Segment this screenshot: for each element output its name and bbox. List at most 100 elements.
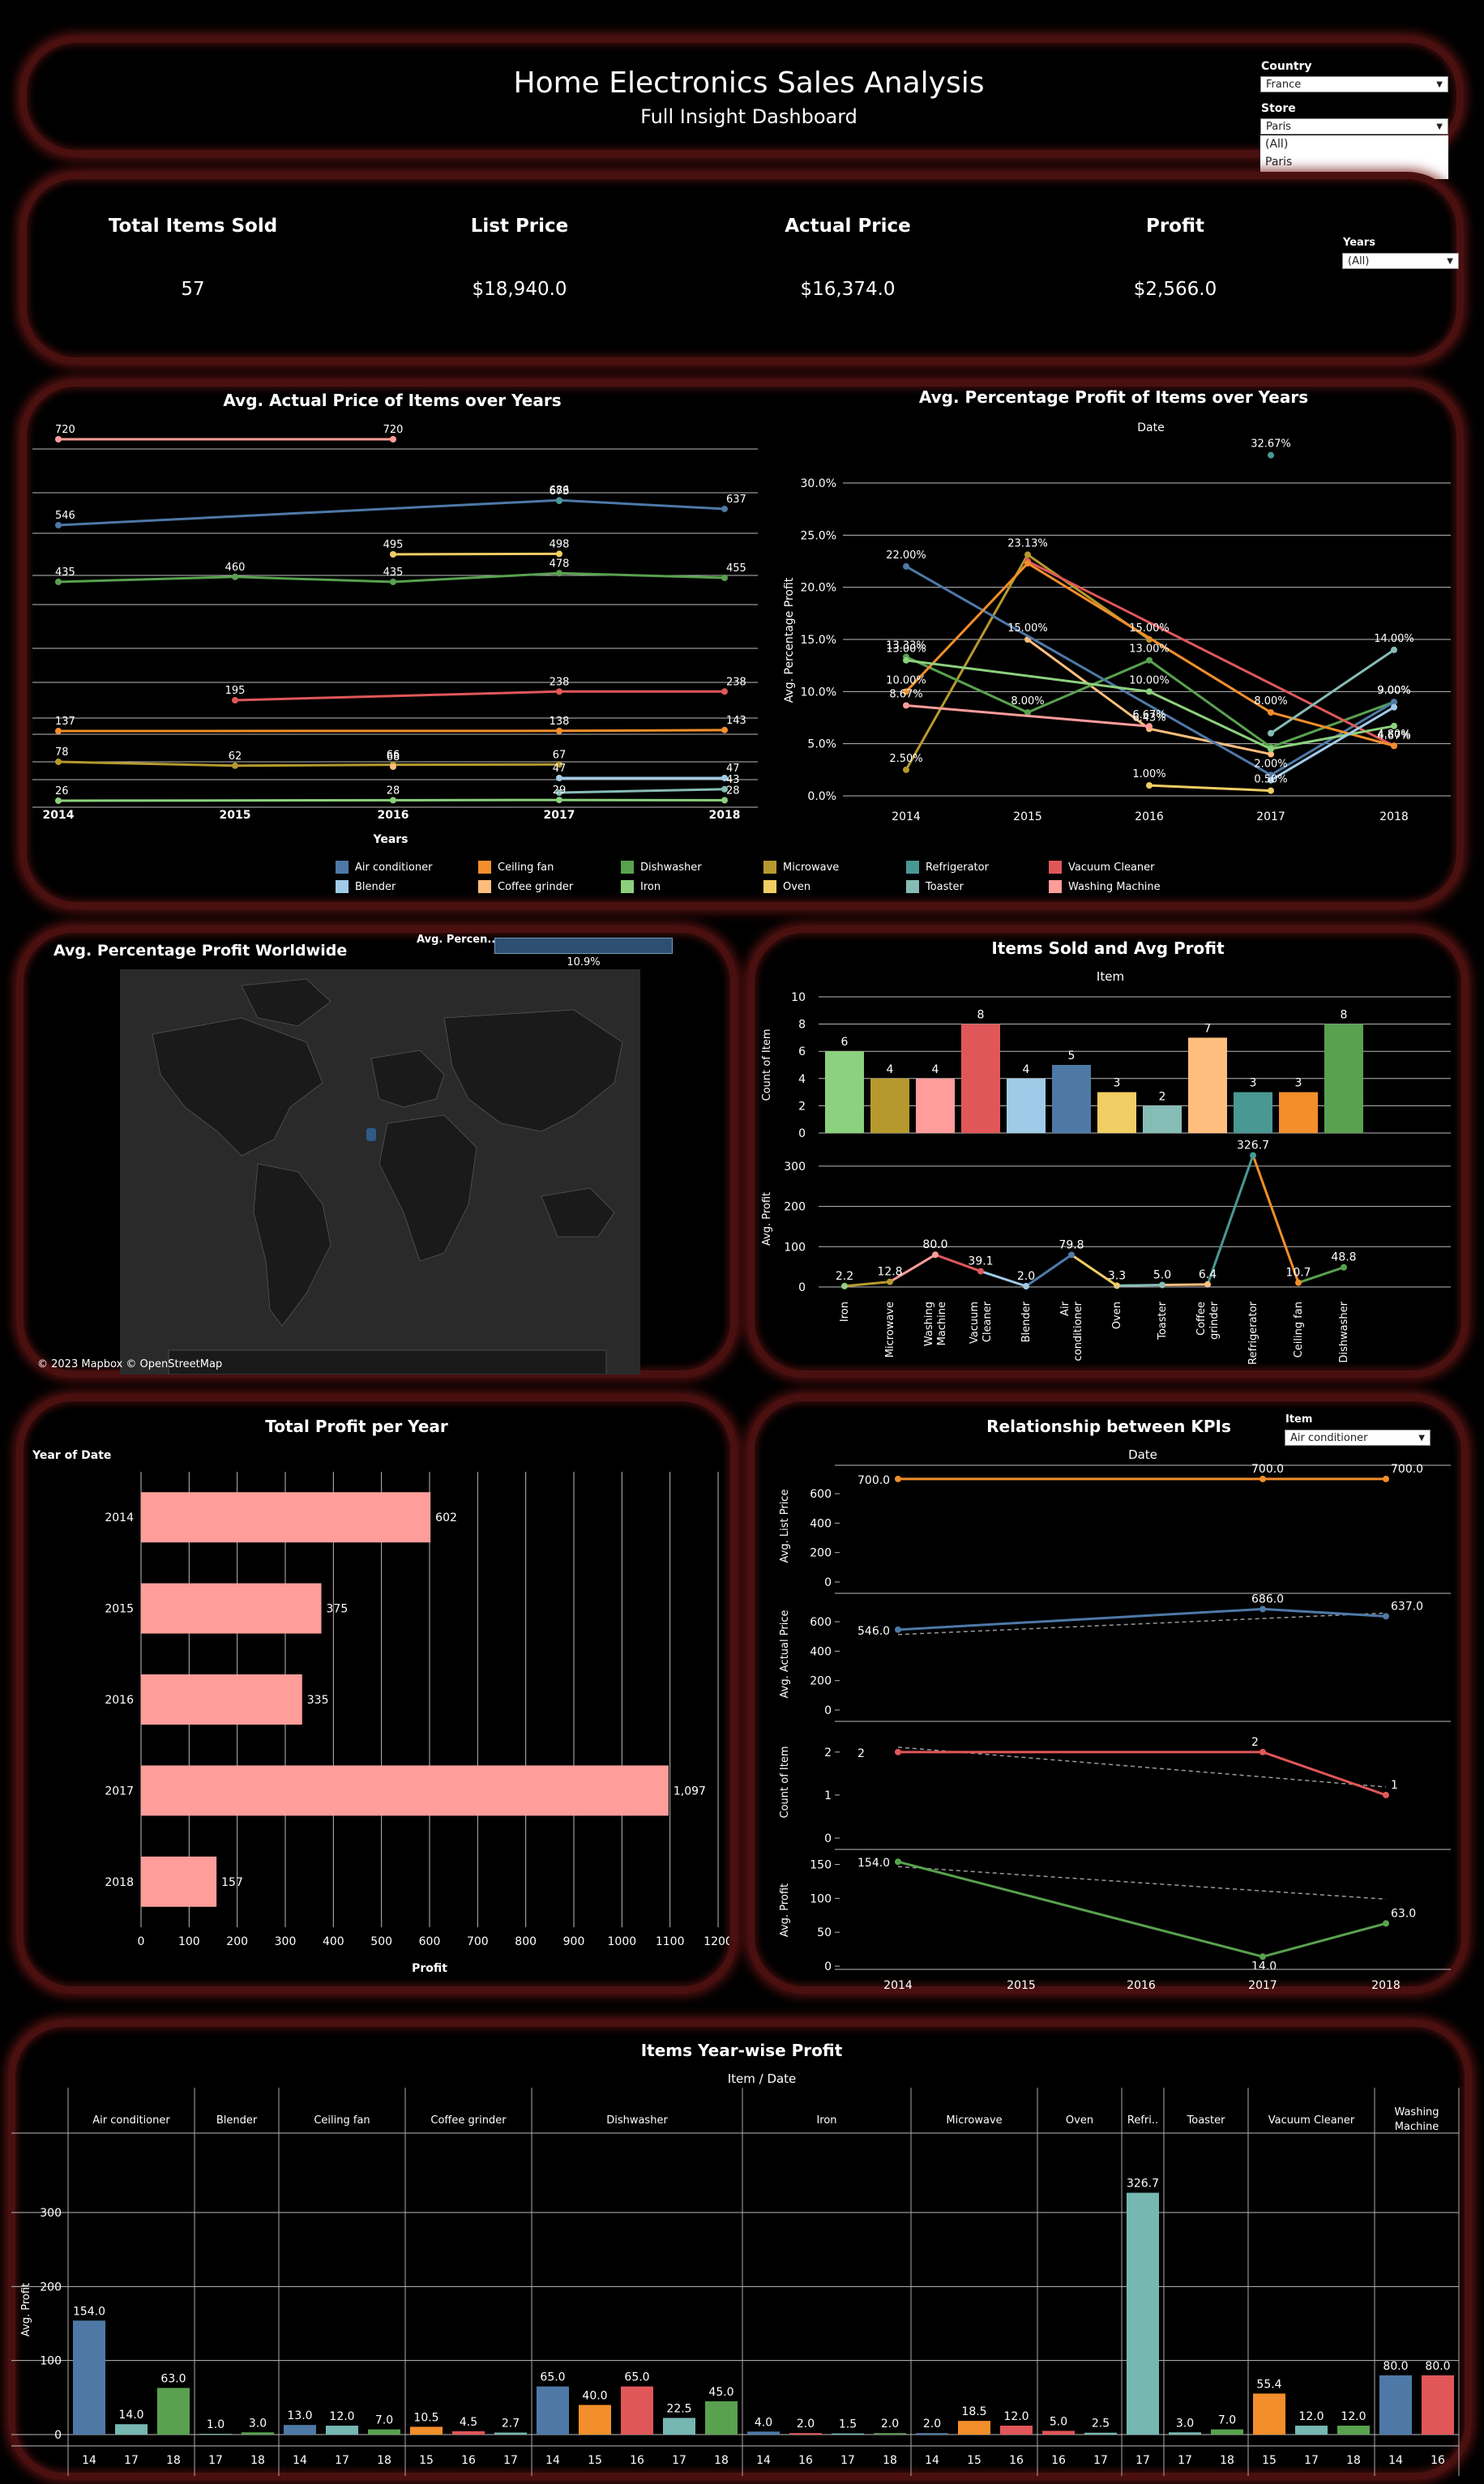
store-option-paris[interactable]: Paris [1260,153,1448,171]
x-tick-label: 2014 [43,809,75,822]
bar-value-label: 602 [435,1511,457,1524]
kpi-value-label: 154.0 [857,1857,890,1870]
legend-label: Air conditioner [355,861,433,874]
kpi-point [1383,1475,1389,1482]
y-tick-label: 0 [824,1704,832,1717]
bar-value-label: 3 [1295,1077,1302,1090]
bar-refrigerator [1234,1092,1272,1133]
y-tick-label: 150 [810,1859,832,1872]
data-label: 32.67% [1251,438,1291,451]
country-dropdown[interactable]: France ▼ [1260,76,1448,92]
bar-value-label: 2.7 [502,2418,520,2431]
years-dropdown[interactable]: (All) ▼ [1342,253,1459,269]
y-tick-label: 100 [784,1241,806,1254]
y-tick-label: 0 [798,1281,806,1294]
x-tick-label: 2017 [1256,810,1285,823]
bar-value-label: 3 [1250,1077,1257,1090]
x-tick-label: 2016 [1135,810,1164,823]
data-label: 13.00% [1129,643,1170,656]
data-label: 2.00% [1254,758,1287,770]
bar-value-label: 12.0 [1003,2410,1029,2423]
bar-value-label: 63.0 [160,2372,186,2385]
bar-value-label: 7 [1204,1022,1212,1035]
data-point [721,688,728,695]
bar-iron [825,1051,864,1133]
data-point [903,656,909,664]
data-point [1024,560,1031,567]
bar-iron-16 [789,2433,822,2435]
group-label-oven: Oven [1066,2114,1093,2127]
data-label: 13.00% [886,643,926,656]
bar-value-label: 22.5 [666,2402,691,2415]
legend-item-iron[interactable]: Iron [621,880,661,893]
data-label: 8.00% [1254,695,1287,708]
y-tick-label: 200 [810,1675,832,1688]
kpi-value-label: 686.0 [1251,1593,1284,1605]
pct-profit-chart: Date 0.0% 5.0% 10.0% 15.0% 20.0% 25.0% 30.0% Avg… [783,421,1451,823]
x-tick-label: 17 [503,2454,518,2467]
legend-item-washing-machine[interactable]: Washing Machine [1049,880,1161,893]
legend-item-refrigerator[interactable]: Refrigerator [906,861,989,874]
x-tick-label: 18 [714,2454,729,2467]
bar-value-label: 4 [887,1063,894,1076]
bar-air-conditioner-18 [157,2388,190,2435]
y-tick-label: 200 [40,2281,62,2294]
y-axis-title: Avg. Percentage Profit [783,577,796,703]
legend-item-vacuum-cleaner[interactable]: Vacuum Cleaner [1049,861,1155,874]
x-tick-label: 0 [138,1935,145,1948]
legend-item-toaster[interactable]: Toaster [906,880,964,893]
yearwise-chart-title: Items Year-wise Profit [640,2041,843,2060]
store-dropdown[interactable]: Paris ▼ [1260,118,1448,135]
y-tick-label: 2 [824,1746,832,1759]
legend-item-blender[interactable]: Blender [336,880,396,893]
legend-item-ceiling-fan[interactable]: Ceiling fan [478,861,554,874]
bar-value-label: 326.7 [1127,2178,1159,2191]
bar-washing-machine-16 [1422,2375,1454,2435]
data-point [1391,646,1397,653]
bar-blender-17 [199,2434,232,2435]
profit-point [1068,1251,1075,1259]
legend-item-oven[interactable]: Oven [763,880,810,893]
store-option-all[interactable]: (All) [1260,135,1448,153]
bar-iron-17 [832,2433,864,2435]
kpi-value-actual-price: $16,374.0 [800,279,896,300]
group-label-washing-machine: Washing [1394,2106,1439,2118]
data-point [55,797,62,804]
legend-label: Ceiling fan [498,861,554,874]
legend-item-dishwasher[interactable]: Dishwasher [621,861,702,874]
x-tick-label: 400 [323,1935,344,1948]
profit-label: 326.7 [1237,1139,1269,1152]
data-label: 495 [383,539,404,551]
x-tick-label: 18 [883,2454,897,2467]
group-label-dishwasher: Dishwasher [606,2114,668,2127]
paris-marker[interactable] [366,1128,376,1141]
data-label: 8.67% [889,688,922,700]
map-attribution: © 2023 Mapbox © OpenStreetMap [37,1358,223,1370]
data-point [1268,709,1274,716]
x-tick-label: 16 [798,2454,813,2467]
bar-coffee-grinder [1188,1037,1227,1133]
data-label: 673 [550,485,570,498]
x-tick-label: 2015 [220,809,251,822]
data-label: 1.00% [1132,768,1165,780]
legend-swatch [1049,861,1062,874]
x-tick-label: 18 [1220,2454,1234,2467]
kpi-label-actual-price: Actual Price [785,216,911,237]
bar-microwave-16 [1000,2426,1033,2435]
item-filter-label: Item [1285,1413,1313,1426]
x-tick-label: 700 [467,1935,489,1948]
kpi-value-label: 63.0 [1391,1907,1416,1920]
x-tick-label: 14 [756,2454,771,2467]
x-tick-label: 17 [1093,2454,1108,2467]
data-point [55,759,62,765]
legend-swatch [621,880,634,893]
profit-year-chart: Year of Date 0 100 200 300 400 500 600 700 800 900… [32,1449,729,1975]
legend-item-coffee-grinder[interactable]: Coffee grinder [478,880,573,893]
data-label: 28 [726,785,740,797]
item-dropdown[interactable]: Air conditioner ▼ [1285,1430,1431,1446]
x-tick-label: 1100 [656,1935,685,1948]
legend-swatch [906,861,919,874]
legend-item-microwave[interactable]: Microwave [763,861,839,874]
world-map[interactable] [120,969,640,1375]
legend-item-air-conditioner[interactable]: Air conditioner [336,861,432,874]
